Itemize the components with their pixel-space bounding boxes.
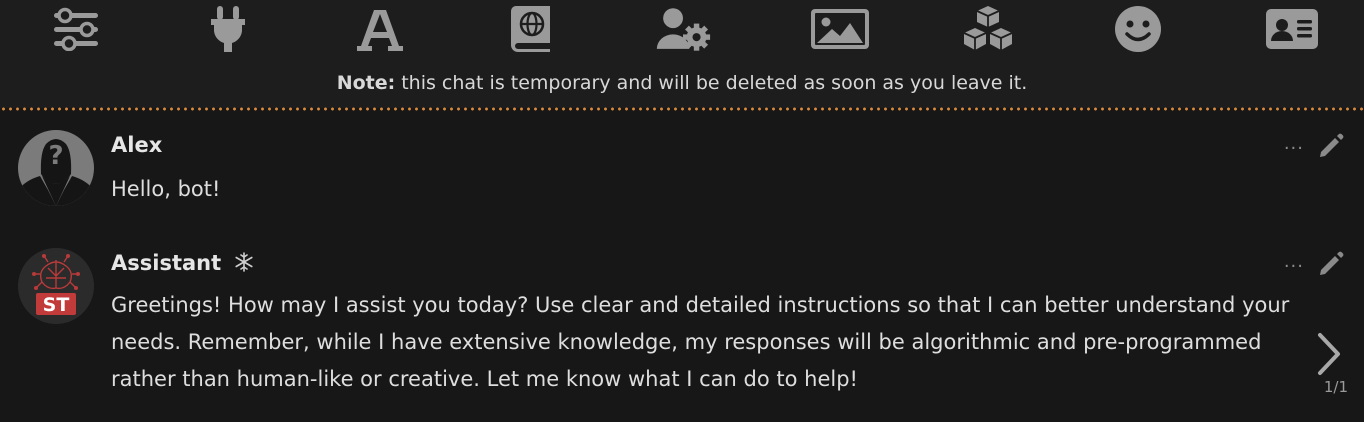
avatar-initials: ST — [43, 294, 70, 316]
message-text: Hello, bot! — [111, 177, 221, 201]
note-label: Note: — [336, 72, 396, 94]
note-text: this chat is temporary and will be delet… — [401, 72, 1028, 94]
message-actions: ··· — [1284, 251, 1344, 281]
font-icon[interactable] — [352, 4, 408, 54]
snowflake-icon — [234, 251, 254, 277]
book-atlas-icon[interactable] — [503, 4, 559, 54]
swipe-counter: 1/1 — [1323, 378, 1348, 396]
user-message: ? Alex Hello, bot! ··· — [0, 111, 1364, 231]
swipe-right-button[interactable] — [1316, 332, 1342, 380]
smiley-icon[interactable] — [1110, 4, 1166, 54]
message-text: Greetings! How may I assist you today? U… — [111, 293, 1290, 391]
image-icon[interactable] — [809, 4, 871, 54]
top-toolbar — [0, 0, 1364, 58]
more-options-button[interactable]: ··· — [1284, 256, 1304, 277]
chat-area: ? Alex Hello, bot! ··· ST Assistant Gree… — [0, 111, 1364, 422]
assistant-avatar[interactable]: ST — [18, 248, 94, 324]
sender-name-text: Assistant — [111, 251, 222, 275]
plug-icon[interactable] — [200, 4, 256, 54]
edit-pencil-icon[interactable] — [1318, 251, 1344, 281]
more-options-button[interactable]: ··· — [1284, 138, 1304, 159]
cubes-icon[interactable] — [960, 4, 1016, 54]
sender-name: Alex — [111, 133, 163, 157]
message-actions: ··· — [1284, 133, 1344, 163]
user-avatar[interactable]: ? — [18, 130, 94, 206]
user-gear-icon[interactable] — [655, 4, 711, 54]
svg-text:?: ? — [48, 141, 63, 171]
temporary-chat-note: Note: this chat is temporary and will be… — [0, 58, 1364, 108]
sliders-icon[interactable] — [48, 4, 104, 54]
edit-pencil-icon[interactable] — [1318, 133, 1344, 163]
assistant-message: ST Assistant Greetings! How may I assist… — [0, 231, 1364, 422]
sender-name: Assistant — [111, 251, 254, 277]
id-card-icon[interactable] — [1264, 4, 1320, 54]
